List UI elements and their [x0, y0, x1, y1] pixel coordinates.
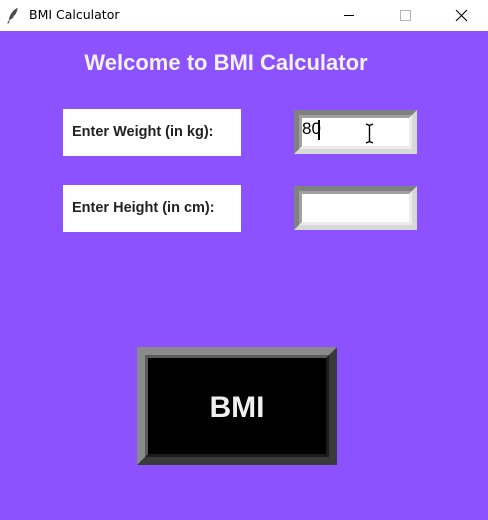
height-label: Enter Height (in cm):	[63, 185, 241, 232]
window-title: BMI Calculator	[29, 7, 120, 22]
minimize-button[interactable]	[326, 0, 372, 31]
maximize-button[interactable]	[382, 0, 428, 31]
weight-input-field[interactable]	[302, 118, 402, 140]
height-label-text: Enter Height (in cm):	[72, 200, 215, 216]
height-input[interactable]	[294, 186, 417, 230]
close-icon	[455, 9, 468, 22]
feather-icon	[7, 7, 19, 24]
weight-label-text: Enter Weight (in kg):	[72, 124, 214, 140]
page-title: Welcome to BMI Calculator	[84, 50, 368, 75]
weight-label: Enter Weight (in kg):	[63, 109, 241, 156]
close-button[interactable]	[438, 0, 484, 31]
height-input-field[interactable]	[302, 194, 402, 216]
app-window: BMI Calculator Welcome to BMI Calculator…	[0, 0, 488, 520]
weight-input[interactable]	[294, 110, 417, 154]
text-caret	[318, 120, 320, 140]
maximize-icon	[400, 10, 411, 21]
main-panel: Welcome to BMI Calculator Enter Weight (…	[0, 31, 488, 520]
bmi-button[interactable]: BMI	[137, 347, 337, 465]
minimize-icon	[344, 15, 354, 16]
title-bar[interactable]: BMI Calculator	[0, 0, 488, 31]
text-cursor-icon	[365, 123, 374, 144]
bmi-button-label: BMI	[209, 391, 265, 424]
